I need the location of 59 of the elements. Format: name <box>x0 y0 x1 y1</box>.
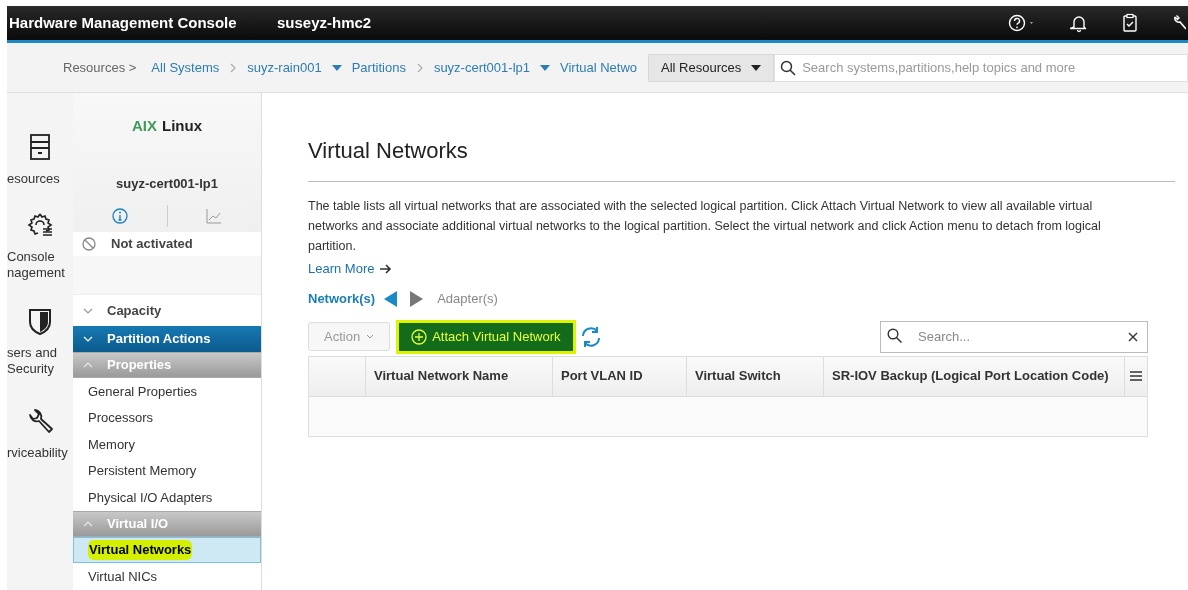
triangle-right-icon[interactable] <box>409 290 424 307</box>
breadcrumb-link[interactable]: All Systems <box>151 57 220 78</box>
column-header[interactable]: Virtual Network Name <box>366 356 553 396</box>
menu-icon[interactable] <box>1130 371 1142 381</box>
sidebar-item[interactable]: Virtual Networks <box>73 536 261 563</box>
close-icon[interactable] <box>1128 331 1138 342</box>
column-header[interactable]: Port VLAN ID <box>553 356 687 396</box>
nav-rail-label[interactable]: rviceability <box>7 445 68 461</box>
page-title: Virtual Networks <box>308 134 1175 182</box>
attach-virtual-network-button[interactable]: Attach Virtual Network <box>399 322 573 351</box>
scope-dropdown[interactable]: All Resources <box>648 53 775 82</box>
chevron-right-icon <box>230 62 237 73</box>
global-search-field[interactable]: Search systems,partitions,help topics and more <box>774 53 1188 82</box>
breadcrumb-link[interactable]: Virtual Netwo <box>560 57 638 78</box>
chevron-right-icon <box>416 62 423 73</box>
sidebar-item[interactable]: Processors <box>73 404 261 431</box>
breadcrumb-label: Resources > <box>63 58 137 77</box>
sidebar-item[interactable]: General Properties <box>73 378 261 405</box>
sidebar-item[interactable]: Memory <box>73 431 261 458</box>
chevron-down-icon <box>366 334 375 339</box>
view-tab[interactable]: Network(s) <box>308 289 376 309</box>
arrow-right-icon <box>380 263 393 274</box>
breadcrumb-link[interactable]: suyz-rain001 <box>247 57 322 78</box>
blocked-icon <box>82 237 96 251</box>
view-tab[interactable]: Adapter(s) <box>437 289 498 309</box>
help-icon[interactable] <box>1008 13 1036 33</box>
clipboard-check-icon[interactable] <box>1122 13 1138 33</box>
nav-rail-label[interactable]: sers and Security <box>7 345 57 377</box>
section-header[interactable]: Partition Actions <box>73 326 261 352</box>
sidebar-item[interactable]: Persistent Memory <box>73 457 261 484</box>
table-search-field[interactable]: Search... <box>880 320 1148 353</box>
search-icon <box>887 327 902 343</box>
nav-rail-label[interactable]: esources <box>7 171 60 187</box>
caret-down-icon <box>751 64 762 71</box>
nav-rail-label[interactable]: Console nagement <box>7 249 65 281</box>
notification-bell-icon[interactable] <box>1070 13 1088 33</box>
sidebar-item[interactable]: Physical I/O Adapters <box>73 484 261 511</box>
host-name: suseyz-hmc2 <box>277 12 372 33</box>
column-header[interactable]: SR-IOV Backup (Logical Port Location Code) <box>824 356 1125 396</box>
info-icon[interactable] <box>111 208 128 224</box>
os-label: Linux <box>162 116 202 136</box>
triangle-left-icon[interactable] <box>383 290 398 307</box>
partition-name: suyz-cert001-lp1 <box>116 174 218 193</box>
description-text: The table lists all virtual networks that are associated with the selected logical partition. Click Attach Virtual Network to view all available virtual networks and associate additional virtual networks to the logical partition. Select the virtual network and click Action menu to detach from logical partition. <box>308 198 1102 255</box>
status-text: Not activated <box>111 235 193 254</box>
shield-icon[interactable] <box>26 307 54 335</box>
caret-down-icon[interactable] <box>540 64 550 71</box>
search-icon <box>780 59 797 76</box>
sidebar-item[interactable]: Virtual NICs <box>73 563 261 590</box>
plus-circle-icon <box>411 328 428 345</box>
learn-more-link[interactable]: Learn More <box>308 259 393 279</box>
breadcrumb-link[interactable]: suyz-cert001-lp1 <box>433 57 530 78</box>
wrench-icon[interactable] <box>26 407 54 435</box>
column-header[interactable]: Virtual Switch <box>687 356 824 396</box>
gear-icon[interactable] <box>26 211 54 239</box>
os-label: AIX <box>132 116 157 136</box>
app-title: Hardware Management Console <box>8 12 238 33</box>
caret-down-icon[interactable] <box>331 64 342 71</box>
breadcrumb-link[interactable]: Partitions <box>351 57 406 78</box>
